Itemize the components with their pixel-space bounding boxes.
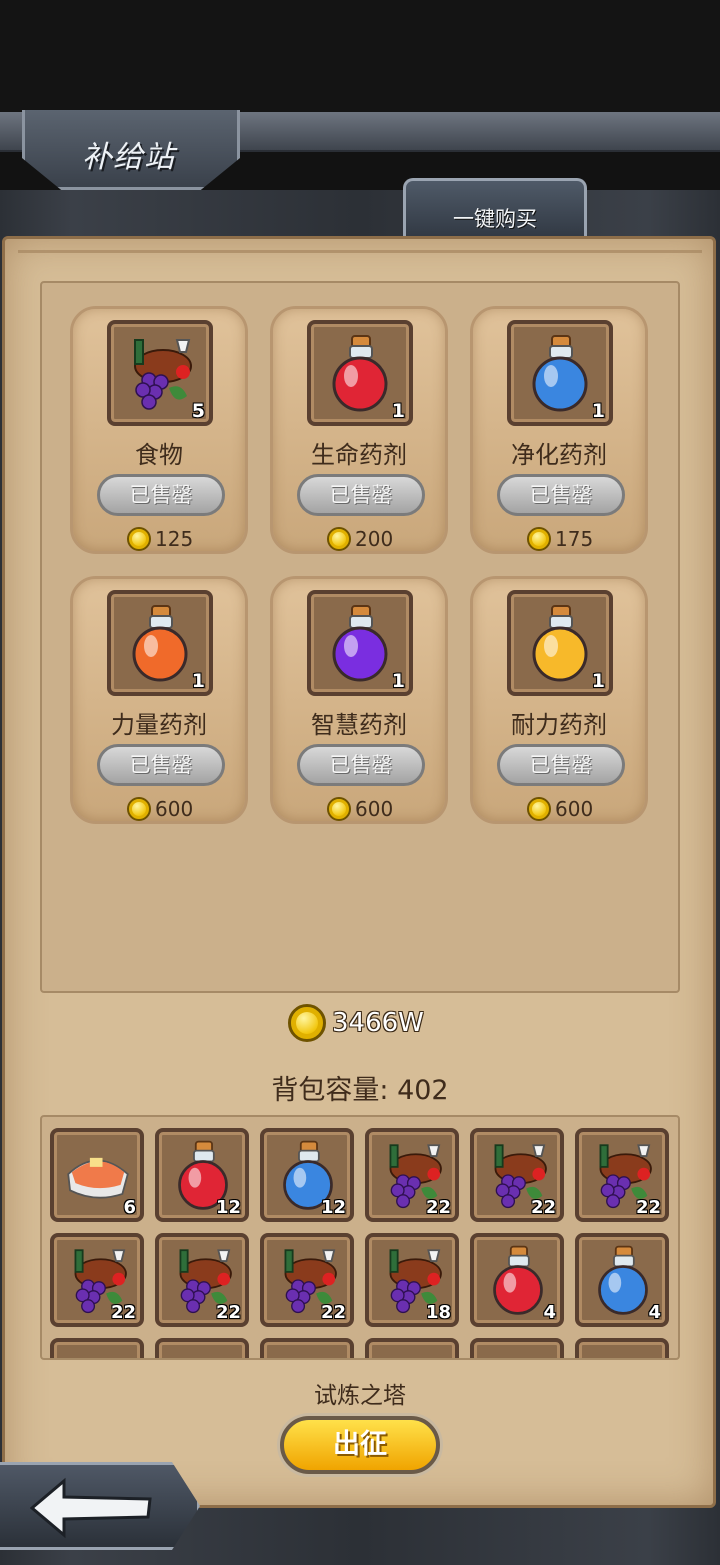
back-button[interactable] xyxy=(0,1462,200,1550)
bag-slot-partial[interactable] xyxy=(470,1338,564,1358)
slot-count: 22 xyxy=(635,1197,661,1218)
item-count: 1 xyxy=(591,400,605,422)
shop-item-card[interactable]: 1 净化药剂已售罄 175 xyxy=(470,306,648,554)
bag-slot[interactable]: 22 xyxy=(50,1233,144,1327)
shop-item-card[interactable]: 1 力量药剂已售罄 600 xyxy=(70,576,248,824)
item-count: 1 xyxy=(391,670,405,692)
item-count: 1 xyxy=(391,400,405,422)
panel-ornament xyxy=(18,250,702,266)
coin-icon xyxy=(527,527,551,551)
price-value: 200 xyxy=(355,527,394,551)
go-button[interactable]: 出征 xyxy=(280,1416,440,1474)
bag-slot-partial[interactable] xyxy=(155,1338,249,1358)
bag-slot[interactable]: 22 xyxy=(575,1128,669,1222)
bag-slot-partial[interactable] xyxy=(575,1338,669,1358)
item-price: 200 xyxy=(327,525,393,553)
location-label: 试炼之塔 xyxy=(314,1383,406,1409)
coin-icon xyxy=(327,527,351,551)
bag-slot-partial[interactable] xyxy=(260,1338,354,1358)
item-frame: 1 xyxy=(307,590,413,696)
bag-grid[interactable]: 6 12 12 22 22 22 22 22 22 18 4 4 xyxy=(40,1115,680,1360)
price-value: 125 xyxy=(155,527,194,551)
buy-all-label[interactable]: 一键购买 xyxy=(403,203,587,233)
item-frame: 1 xyxy=(107,590,213,696)
gold-balance: 3466W xyxy=(288,1003,424,1043)
slot-count: 18 xyxy=(425,1302,451,1323)
gold-amount: 3466W xyxy=(332,1008,424,1038)
coin-icon xyxy=(327,797,351,821)
price-value: 175 xyxy=(555,527,594,551)
slot-count: 12 xyxy=(215,1197,241,1218)
shop-item-card[interactable]: 5 食物已售罄 125 xyxy=(70,306,248,554)
item-frame: 1 xyxy=(307,320,413,426)
sold-out-button[interactable]: 已售罄 xyxy=(297,744,425,786)
coin-icon xyxy=(127,527,151,551)
slot-count: 12 xyxy=(320,1197,346,1218)
status-bar-area xyxy=(0,0,720,112)
slot-count: 22 xyxy=(530,1197,556,1218)
bag-capacity: 背包容量: 402 xyxy=(271,1075,449,1106)
bag-slot[interactable]: 22 xyxy=(260,1233,354,1327)
price-value: 600 xyxy=(555,797,594,821)
item-count: 1 xyxy=(591,670,605,692)
shop-grid: 5 食物 已售罄 125 1 生命药剂 已售罄 200 1 净化药剂 已售罄 175 1 力量药剂 已售罄 6… xyxy=(40,281,680,993)
bag-slot[interactable]: 22 xyxy=(155,1233,249,1327)
bag-slot[interactable]: 4 xyxy=(575,1233,669,1327)
item-count: 5 xyxy=(191,400,205,422)
bag-slot[interactable]: 12 xyxy=(155,1128,249,1222)
item-name: 食物 xyxy=(135,441,183,469)
item-name: 净化药剂 xyxy=(511,441,607,469)
item-name: 智慧药剂 xyxy=(311,711,407,739)
item-price: 600 xyxy=(527,795,593,823)
price-value: 600 xyxy=(355,797,394,821)
bag-slot[interactable]: 22 xyxy=(365,1128,459,1222)
item-name: 生命药剂 xyxy=(311,441,407,469)
item-price: 125 xyxy=(127,525,193,553)
item-count: 1 xyxy=(191,670,205,692)
sold-out-button[interactable]: 已售罄 xyxy=(497,474,625,516)
bag-slot-partial[interactable] xyxy=(365,1338,459,1358)
bag-slot[interactable]: 22 xyxy=(470,1128,564,1222)
slot-count: 22 xyxy=(320,1302,346,1323)
sold-out-button[interactable]: 已售罄 xyxy=(297,474,425,516)
slot-count: 22 xyxy=(425,1197,451,1218)
item-price: 600 xyxy=(127,795,193,823)
shop-item-card[interactable]: 1 耐力药剂已售罄 600 xyxy=(470,576,648,824)
back-arrow-icon xyxy=(30,1477,152,1539)
sold-out-button[interactable]: 已售罄 xyxy=(497,744,625,786)
shop-item-card[interactable]: 1 智慧药剂已售罄 600 xyxy=(270,576,448,824)
item-price: 600 xyxy=(327,795,393,823)
slot-count: 6 xyxy=(123,1197,136,1218)
sold-out-button[interactable]: 已售罄 xyxy=(97,744,225,786)
item-price: 175 xyxy=(527,525,593,553)
bag-slot[interactable]: 12 xyxy=(260,1128,354,1222)
bag-slot[interactable]: 6 xyxy=(50,1128,144,1222)
item-frame: 5 xyxy=(107,320,213,426)
slot-count: 22 xyxy=(110,1302,136,1323)
bag-slot[interactable]: 18 xyxy=(365,1233,459,1327)
item-name: 耐力药剂 xyxy=(511,711,607,739)
item-frame: 1 xyxy=(507,590,613,696)
page-title: 补给站 xyxy=(82,140,175,175)
coin-icon xyxy=(288,1004,326,1042)
coin-icon xyxy=(527,797,551,821)
coin-icon xyxy=(127,797,151,821)
bag-slot-partial[interactable] xyxy=(50,1338,144,1358)
price-value: 600 xyxy=(155,797,194,821)
sold-out-button[interactable]: 已售罄 xyxy=(97,474,225,516)
bag-slot[interactable]: 4 xyxy=(470,1233,564,1327)
item-frame: 1 xyxy=(507,320,613,426)
item-name: 力量药剂 xyxy=(111,711,207,739)
slot-count: 4 xyxy=(648,1302,661,1323)
slot-count: 4 xyxy=(543,1302,556,1323)
shop-item-card[interactable]: 1 生命药剂已售罄 200 xyxy=(270,306,448,554)
slot-count: 22 xyxy=(215,1302,241,1323)
